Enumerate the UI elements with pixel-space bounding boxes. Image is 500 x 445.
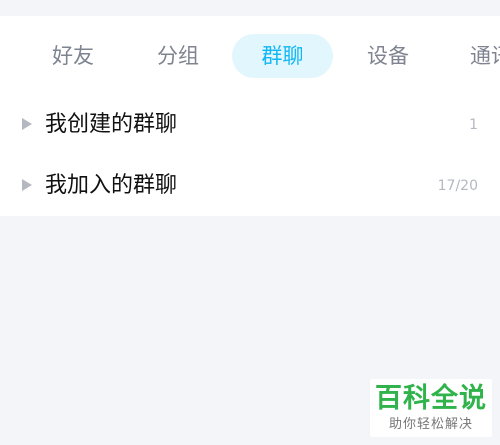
tab-contacts[interactable]: 通讯 xyxy=(462,34,500,78)
watermark-title: 百科全说 xyxy=(375,383,487,414)
group-row-created[interactable]: 我创建的群聊 1 xyxy=(0,97,500,153)
expand-triangle-icon xyxy=(22,118,32,130)
group-row-joined[interactable]: 我加入的群聊 17/20 xyxy=(0,158,500,214)
expand-triangle-icon xyxy=(22,179,32,191)
group-row-label: 我创建的群聊 xyxy=(45,112,178,137)
group-row-label: 我加入的群聊 xyxy=(45,173,178,198)
tab-devices[interactable]: 设备 xyxy=(357,34,419,78)
group-row-count: 1 xyxy=(469,117,478,133)
watermark-logo: 百科全说 助你轻松解决 xyxy=(370,379,492,437)
tab-friends[interactable]: 好友 xyxy=(42,34,104,78)
tab-groups[interactable]: 分组 xyxy=(147,34,209,78)
contact-tabs: 好友 分组 群聊 设备 通讯 xyxy=(0,16,500,96)
group-row-count: 17/20 xyxy=(437,178,478,194)
watermark-subtitle: 助你轻松解决 xyxy=(388,417,473,432)
tab-group-chats[interactable]: 群聊 xyxy=(232,34,333,78)
top-strip xyxy=(0,0,500,16)
